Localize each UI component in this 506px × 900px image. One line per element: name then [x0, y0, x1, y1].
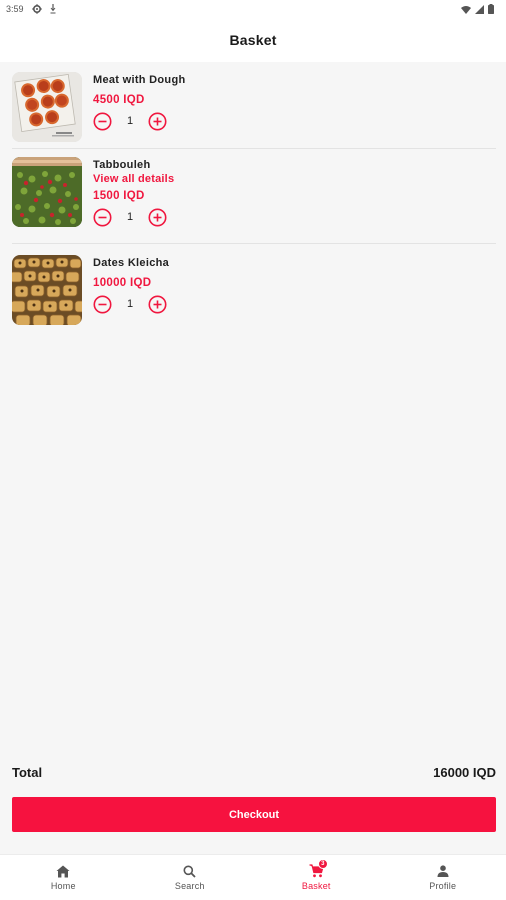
status-time: 3:59 [6, 4, 24, 14]
page-title: Basket [229, 32, 277, 48]
signal-icon [475, 4, 484, 14]
wifi-icon [461, 5, 471, 14]
bottom-nav: Home Search 3 Basket Profile [0, 854, 506, 900]
quantity-stepper: 1 [93, 111, 186, 131]
item-name: Dates Kleicha [93, 257, 170, 269]
increase-quantity-button[interactable] [148, 208, 167, 227]
nav-search[interactable]: Search [127, 855, 254, 900]
minus-circle-icon [93, 208, 112, 226]
item-price: 10000 IQD [93, 277, 152, 289]
increase-quantity-button[interactable] [148, 112, 167, 131]
item-price: 1500 IQD [93, 190, 145, 202]
basket-count-badge: 3 [317, 859, 328, 869]
person-icon [437, 864, 449, 878]
divider [12, 243, 496, 244]
decrease-quantity-button[interactable] [93, 295, 112, 314]
quantity-value: 1 [126, 298, 134, 310]
nav-profile[interactable]: Profile [380, 855, 506, 900]
basket-item: Dates Kleicha 10000 IQD 1 [12, 255, 496, 325]
basket-item: Meat with Dough 4500 IQD 1 [12, 72, 496, 142]
tabbouleh-image [12, 157, 82, 227]
meat-dough-image [12, 72, 82, 142]
decrease-quantity-button[interactable] [93, 208, 112, 227]
nav-home-label: Home [50, 881, 76, 891]
plus-circle-icon [148, 295, 167, 313]
cart-icon: 3 [309, 859, 328, 878]
item-price: 4500 IQD [93, 94, 145, 106]
quantity-stepper: 1 [93, 294, 169, 314]
total-row: Total 16000 IQD [12, 762, 496, 782]
view-details-link[interactable]: View all details [93, 172, 174, 186]
increase-quantity-button[interactable] [148, 295, 167, 314]
download-icon [50, 4, 56, 14]
plus-circle-icon [148, 112, 167, 130]
minus-circle-icon [93, 112, 112, 130]
decrease-quantity-button[interactable] [93, 112, 112, 131]
battery-icon [488, 4, 494, 14]
checkout-button[interactable]: Checkout [12, 797, 496, 832]
basket-item: Tabbouleh View all details 1500 IQD 1 [12, 157, 496, 227]
search-icon [183, 864, 196, 878]
quantity-value: 1 [126, 115, 134, 127]
app-bar: Basket [0, 18, 506, 62]
nav-basket[interactable]: 3 Basket [253, 855, 380, 900]
dates-kleicha-image [12, 255, 82, 325]
total-label: Total [12, 764, 43, 780]
item-name: Meat with Dough [93, 74, 186, 86]
nav-search-label: Search [174, 881, 205, 891]
quantity-stepper: 1 [93, 207, 174, 227]
total-value: 16000 IQD [433, 764, 496, 780]
item-name: Tabbouleh [93, 159, 151, 171]
plus-circle-icon [148, 208, 167, 226]
nav-home[interactable]: Home [0, 855, 127, 900]
home-icon [56, 864, 70, 878]
status-bar: 3:59 [0, 0, 506, 18]
divider [12, 148, 496, 149]
minus-circle-icon [93, 295, 112, 313]
nav-basket-label: Basket [301, 881, 331, 891]
nav-profile-label: Profile [429, 881, 457, 891]
quantity-value: 1 [126, 211, 134, 223]
settings-icon [31, 4, 42, 14]
